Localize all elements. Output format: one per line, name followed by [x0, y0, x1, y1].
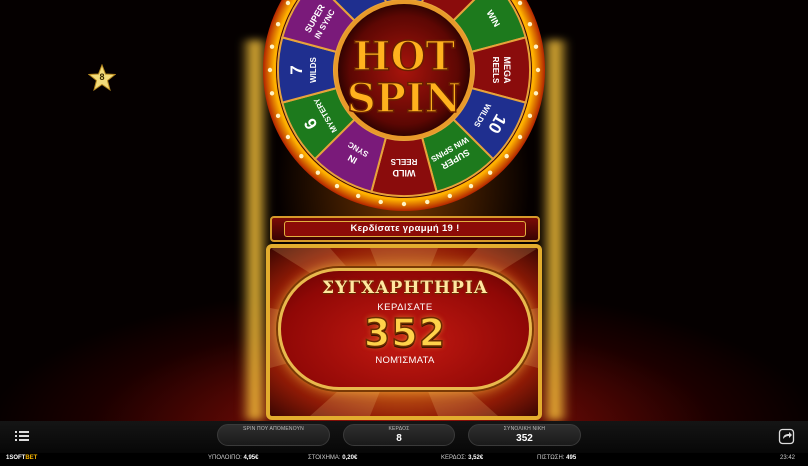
- win-popup-title: ΣΥΓΧΑΡΗΤΗΡΙΑ: [321, 278, 489, 298]
- wheel-bulb: [533, 44, 539, 49]
- win-status: ΚΕΡΔΟΣ: 3,52€: [441, 455, 483, 461]
- stake-status: ΣΤΟΙΧΗΜΑ: 0,20€: [308, 455, 357, 461]
- wheel-bulb: [267, 67, 273, 73]
- hot-spin-wheel[interactable]: 8WINMEGAREELS10WILDSSUPERWIN SPINSWILDRE…: [262, 0, 546, 212]
- clock: 23:42: [780, 455, 796, 461]
- wheel-bulb: [269, 44, 275, 49]
- wheel-bulb: [447, 193, 453, 199]
- wheel-bulb: [504, 153, 509, 159]
- wheel-bulb: [425, 199, 430, 205]
- win-label: ΚΕΡΔΟΣ: [388, 426, 410, 432]
- wheel-bulb: [468, 183, 474, 189]
- win-value: 8: [396, 433, 402, 444]
- wheel-bulb: [378, 199, 383, 205]
- balance-label: ΥΠΟΛΟΙΠΟ:: [208, 455, 242, 461]
- wheel-bulb: [533, 91, 539, 96]
- wheel-bulb: [334, 183, 340, 189]
- hub-text-line2: SPIN: [347, 75, 461, 122]
- win-status-value: 3,52€: [468, 455, 484, 461]
- stake-label: ΣΤΟΙΧΗΜΑ:: [308, 455, 341, 461]
- share-button[interactable]: [778, 428, 795, 445]
- win-line-text: Κερδίσατε γραμμή 19 !: [350, 223, 460, 234]
- wheel-bulb: [535, 67, 541, 73]
- wheel-bulb: [527, 21, 533, 27]
- wheel-bulb: [299, 153, 304, 159]
- wheel-bulb: [275, 21, 281, 27]
- wheel-bulb: [269, 91, 275, 96]
- stake-value: 0,20€: [342, 455, 358, 461]
- wheel-bulb: [285, 0, 291, 6]
- credit-label: ΠΙΣΤΩΣΗ:: [537, 455, 565, 461]
- star-badge-value: 8: [99, 72, 105, 82]
- status-bar: [0, 453, 808, 466]
- hamburger-list-icon: [15, 431, 29, 441]
- wheel-bulb: [517, 134, 523, 140]
- win-popup-amount: 352: [363, 310, 447, 356]
- win-pill: ΚΕΡΔΟΣ 8: [343, 424, 455, 446]
- wheel-bulb: [275, 113, 281, 119]
- spins-left-label: SPIN ΠΟΥ ΑΠΟΜΕΝΟΥΝ: [243, 426, 304, 432]
- win-status-label: ΚΕΡΔΟΣ:: [441, 455, 467, 461]
- credit-value: 495: [566, 455, 577, 461]
- free-spins-star-badge: 8: [87, 63, 117, 92]
- share-arrow-icon: [778, 428, 795, 445]
- wheel-bulb: [355, 193, 361, 199]
- total-win-pill: ΣΥΝΟΛΙΚΗ ΝΙΚΗ 352: [468, 424, 581, 446]
- wheel-bulb: [527, 113, 533, 119]
- win-popup-unit: ΝΟΜΊΣΜΑΤΑ: [375, 355, 435, 366]
- total-win-label: ΣΥΝΟΛΙΚΗ ΝΙΚΗ: [503, 426, 546, 432]
- wheel-bulb: [517, 0, 523, 6]
- wheel-bulb: [285, 134, 291, 140]
- win-line-banner: Κερδίσατε γραμμή 19 !: [270, 216, 540, 242]
- total-win-value: 352: [516, 433, 533, 444]
- balance-value: 4,95€: [243, 455, 259, 461]
- wheel-bulb: [315, 170, 321, 175]
- wheel-bulb: [487, 170, 493, 175]
- balance-status: ΥΠΟΛΟΙΠΟ: 4,95€: [208, 455, 258, 461]
- menu-button[interactable]: [13, 428, 31, 444]
- brand-logo: 1SOFTBET: [6, 455, 37, 461]
- wheel-bulb: [401, 201, 407, 207]
- hub-text-line1: HOT: [353, 33, 456, 80]
- brand-prefix: 1SOFT: [6, 455, 26, 461]
- credit-status: ΠΙΣΤΩΣΗ: 495: [537, 455, 576, 461]
- spins-left-pill: SPIN ΠΟΥ ΑΠΟΜΕΝΟΥΝ: [217, 424, 330, 446]
- brand-suffix: BET: [25, 455, 38, 461]
